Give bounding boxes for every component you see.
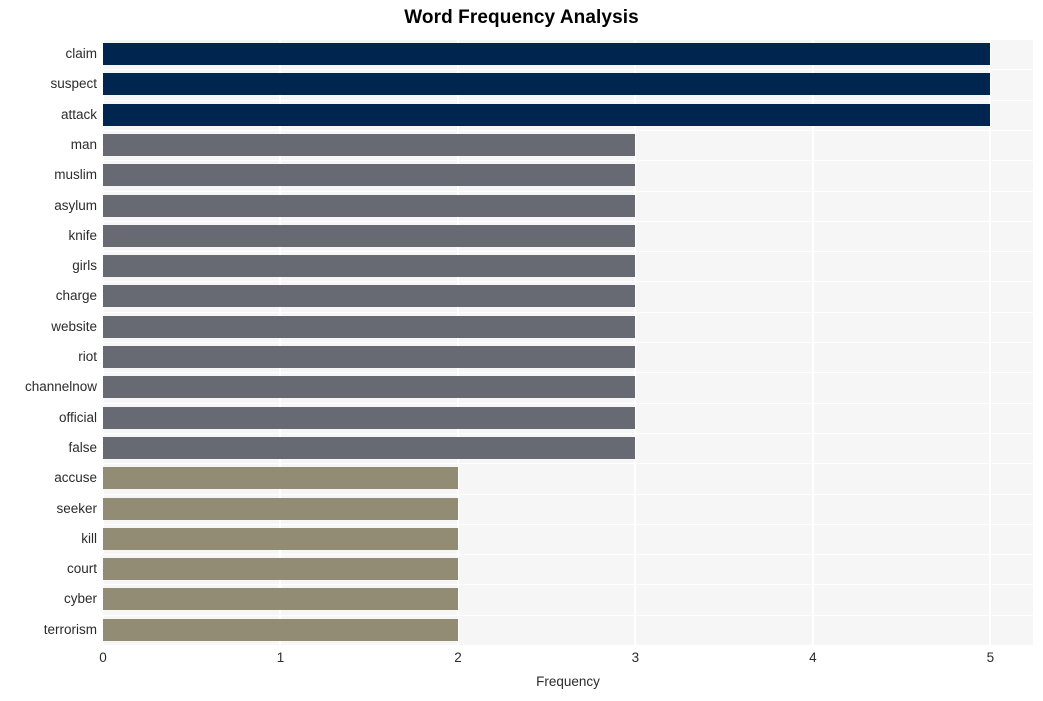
y-axis-tick-label: accuse [54,470,97,486]
bar [103,558,458,581]
bar [103,316,636,339]
y-axis-tick-label: suspect [50,76,97,92]
y-axis-tick-label: court [66,561,97,577]
bar [103,225,636,248]
bar [103,134,636,157]
y-axis-tick-label: girls [72,258,97,274]
x-axis-tick-label: 4 [809,650,817,665]
bar [103,588,458,611]
y-axis-tick-label: cyber [63,591,97,607]
chart-title: Word Frequency Analysis [404,7,639,28]
bar [103,164,636,187]
bar [103,346,636,369]
y-axis-tick-label: false [68,440,97,456]
bar [103,104,991,127]
bar [103,467,458,490]
bar [103,619,458,642]
y-axis-tick-label: riot [78,349,97,365]
x-axis-tick-label: 3 [631,650,640,665]
bars-layer [103,39,1033,645]
bar [103,73,991,96]
bar [103,195,636,218]
y-axis-tick-label: terrorism [43,622,97,638]
bar [103,437,636,460]
y-axis-tick-label: channelnow [24,379,97,395]
bar [103,498,458,521]
gridline-horizontal [103,645,1033,646]
x-axis-tick-label: 2 [454,650,462,665]
y-axis-tick-labels: claim suspect attack man muslim asylum knife gi… [0,39,97,645]
y-axis-tick-label: charge [55,288,97,304]
y-axis-tick-label: website [51,319,97,335]
chart-figure: Word Frequency Analysis claim suspect atta… [0,0,1043,701]
y-axis-tick-label: claim [65,46,97,62]
bar [103,376,636,399]
bar [103,407,636,430]
x-axis-tick-labels: 0 1 2 3 4 5 [0,650,1043,672]
x-axis-tick-label: 1 [276,650,285,665]
plot-area [102,39,1033,646]
y-axis-tick-label: seeker [56,501,97,517]
bar [103,528,458,551]
bar [103,43,991,66]
y-axis-tick-label: attack [60,107,97,123]
x-axis-tick-label: 0 [99,650,107,665]
y-axis-tick-label: knife [68,228,97,244]
bar [103,285,636,308]
bar [103,255,636,278]
y-axis-tick-label: man [70,137,97,153]
y-axis-tick-label: asylum [54,198,97,214]
x-axis-title: Frequency [536,674,600,689]
y-axis-tick-label: kill [81,531,97,547]
x-axis-tick-label: 5 [986,650,995,665]
y-axis-tick-label: official [58,410,97,426]
y-axis-tick-label: muslim [54,167,97,183]
